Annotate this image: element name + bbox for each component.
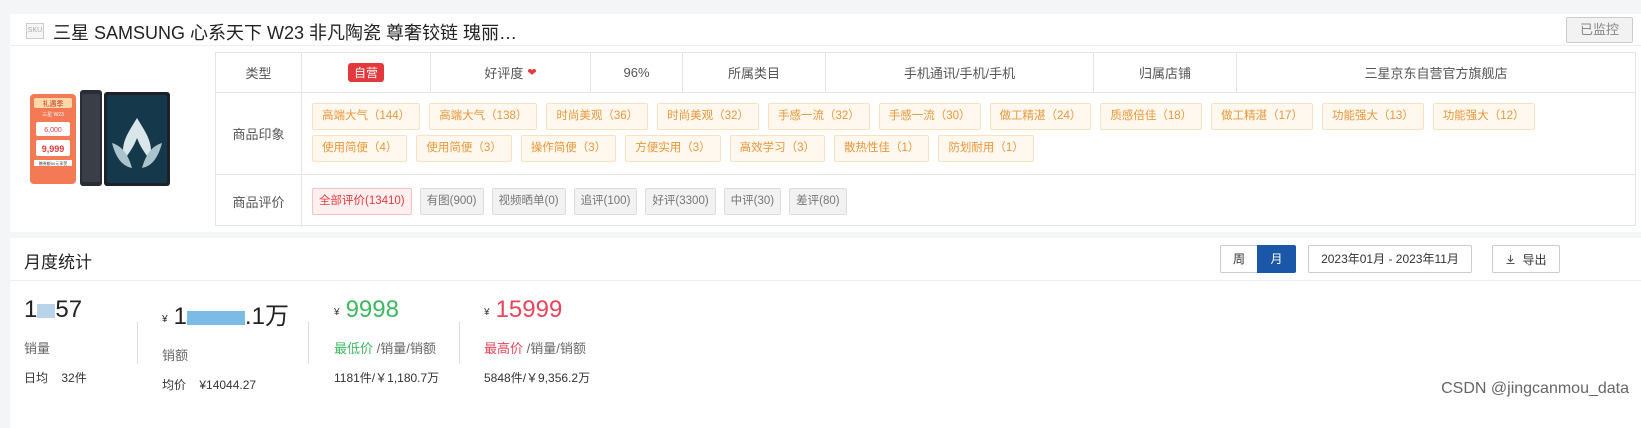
stat-divider <box>459 322 460 364</box>
revenue-label: 销额 <box>162 348 189 363</box>
impression-tag[interactable]: 时尚美观（36） <box>546 103 649 130</box>
highest-price-detail: 5848件/￥9,356.2万 <box>484 371 591 385</box>
sales-stat: 1 57 销量 日均 32件 <box>24 296 87 386</box>
product-image: 礼遇季 三星 W23 6,000 9,999 赠券额50元享受 <box>30 90 170 186</box>
masked-digits <box>186 310 245 325</box>
promo-price: 9,999 <box>42 144 65 154</box>
stat-divider <box>137 322 138 364</box>
store-value[interactable]: 三星京东自营官方旗舰店 <box>1237 53 1635 92</box>
rating-value: 96% <box>591 53 683 92</box>
impression-tag[interactable]: 做工精湛（24） <box>989 103 1092 130</box>
highest-price-stat: ¥15999 最高价 /销量/销额 5848件/￥9,356.2万 <box>484 296 590 386</box>
store-label: 归属店铺 <box>1094 53 1237 92</box>
impression-tag[interactable]: 做工精湛（17） <box>1211 103 1313 130</box>
reviews-row: 商品评价 全部评价(13410) 有图(900) 视频晒单(0) 追评(100) 好评(… <box>216 175 1635 227</box>
review-filter-button[interactable]: 视频晒单(0) <box>491 187 566 215</box>
sales-label: 销量 <box>24 341 51 356</box>
lowest-price-stat: ¥9998 最低价 /销量/销额 1181件/￥1,180.7万 <box>334 296 439 386</box>
lowest-price-value: ¥9998 <box>334 296 399 323</box>
promo-line1: 礼遇季 <box>43 99 64 108</box>
rating-label: 好评度 <box>484 66 524 81</box>
rating-label-cell: 好评度 ❤ <box>431 53 591 92</box>
highest-price-value: ¥15999 <box>484 296 563 323</box>
impression-tag[interactable]: 方便实用（3） <box>625 135 721 162</box>
masked-digits <box>37 303 56 318</box>
impression-tag[interactable]: 使用简便（4） <box>312 135 408 162</box>
impressions-label: 商品印象 <box>216 93 302 174</box>
impression-tag[interactable]: 时尚美观（32） <box>657 103 759 130</box>
reviews-label: 商品评价 <box>216 175 302 227</box>
self-operated-badge: 自营 <box>347 63 384 82</box>
impression-tag[interactable]: 散热性佳（1） <box>834 135 930 162</box>
product-sku-icon: SKU <box>26 23 44 39</box>
impression-tag[interactable]: 防划耐用（1） <box>938 135 1034 162</box>
revenue-stat: ¥1.1万 销额 均价 ¥14044.27 <box>162 296 289 393</box>
download-icon <box>1506 254 1515 264</box>
product-title-bar: SKU 三星 SAMSUNG 心系天下 W23 非凡陶瓷 尊奢铰链 瑰丽… 已监… <box>10 17 1641 46</box>
section-divider <box>10 280 1641 281</box>
review-filter-button[interactable]: 中评(30) <box>723 187 782 215</box>
impression-tag[interactable]: 高端大气（138） <box>429 103 538 130</box>
impression-tag[interactable]: 高效学习（3） <box>729 135 826 162</box>
type-label: 类型 <box>216 53 302 92</box>
monthly-stats-card: 月度统计 周 月 2023年01月 - 2023年11月 导出 1 57 销量 日… <box>10 238 1641 428</box>
type-value-cell: 自营 <box>302 53 431 92</box>
review-filter-button[interactable]: 好评(3300) <box>645 187 716 215</box>
week-toggle[interactable]: 周 <box>1220 245 1258 273</box>
promo-price-old: 6,000 <box>44 127 62 134</box>
impression-tag[interactable]: 使用简便（3） <box>416 135 512 162</box>
impression-tag[interactable]: 手感一流（32） <box>767 103 870 130</box>
heart-icon: ❤ <box>527 67 537 79</box>
date-range-picker[interactable]: 2023年01月 - 2023年11月 <box>1308 245 1472 273</box>
lowest-price-label: 最低价 /销量/销额 <box>334 341 436 356</box>
impression-tag[interactable]: 手感一流（30） <box>878 103 981 130</box>
watermark: CSDN @jingcanmou_data <box>1441 380 1629 397</box>
review-filter-button[interactable]: 有图(900) <box>419 187 484 215</box>
promo-note: 赠券额50元享受 <box>39 160 67 166</box>
review-filter-list: 全部评价(13410) 有图(900) 视频晒单(0) 追评(100) 好评(3300)… <box>306 175 847 227</box>
category-value: 手机通讯/手机/手机 <box>826 53 1094 92</box>
highest-price-label: 最高价 /销量/销额 <box>484 341 586 356</box>
impression-tag[interactable]: 质感倍佳（18） <box>1100 103 1203 130</box>
stat-divider <box>308 322 309 364</box>
impressions-row: 商品印象 高端大气（144） 高端大气（138） 时尚美观（36） 时尚美观（32） 手… <box>216 93 1635 175</box>
revenue-value: ¥1.1万 <box>162 303 289 330</box>
impression-tag[interactable]: 功能强大（13） <box>1321 103 1424 130</box>
impression-tag[interactable]: 操作简便（3） <box>520 135 617 162</box>
info-row: 类型 自营 好评度 ❤ 96% 所属类目 手机通讯/手机/手机 归属店铺 三星京东… <box>216 53 1635 93</box>
monthly-stats-title: 月度统计 <box>24 253 92 272</box>
sales-daily: 日均 32件 <box>24 371 87 385</box>
monitor-button[interactable]: 已监控 <box>1566 17 1633 43</box>
export-label: 导出 <box>1522 252 1547 267</box>
export-button[interactable]: 导出 <box>1492 245 1560 273</box>
product-info-grid: 类型 自营 好评度 ❤ 96% 所属类目 手机通讯/手机/手机 归属店铺 三星京东… <box>215 52 1636 227</box>
impression-tag[interactable]: 功能强大（12） <box>1432 103 1535 130</box>
review-filter-button[interactable]: 全部评价(13410) <box>312 187 412 215</box>
sales-value: 1 57 <box>24 296 83 323</box>
category-label: 所属类目 <box>683 53 826 92</box>
promo-line2: 三星 W23 <box>42 112 64 118</box>
product-title: 三星 SAMSUNG 心系天下 W23 非凡陶瓷 尊奢铰链 瑰丽… <box>53 23 518 43</box>
impression-tag-list: 高端大气（144） 高端大气（138） 时尚美观（36） 时尚美观（32） 手感一流（3… <box>306 93 1626 162</box>
month-toggle[interactable]: 月 <box>1257 245 1296 273</box>
revenue-average: 均价 ¥14044.27 <box>162 378 257 392</box>
review-filter-button[interactable]: 追评(100) <box>573 187 638 215</box>
impression-tag[interactable]: 高端大气（144） <box>312 103 421 130</box>
lowest-price-detail: 1181件/￥1,180.7万 <box>334 371 440 385</box>
review-filter-button[interactable]: 差评(80) <box>789 187 847 215</box>
